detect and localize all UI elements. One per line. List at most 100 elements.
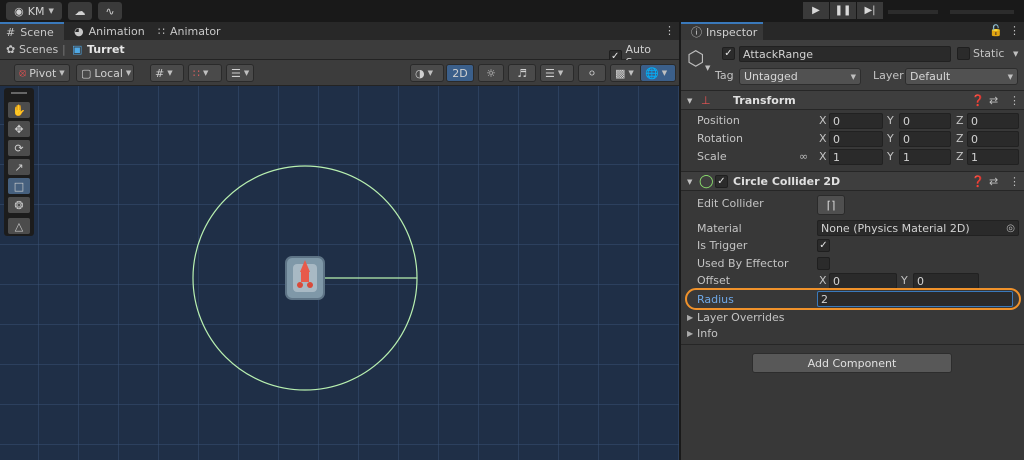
camera-button[interactable]: ▩ ▼ <box>610 64 644 82</box>
kebab-menu-icon[interactable]: ⋮ <box>1009 24 1020 37</box>
presets-icon[interactable]: ⇄ <box>989 94 998 107</box>
chevron-down-icon: ▼ <box>557 69 564 77</box>
version-control-icon: ∿ <box>105 4 115 18</box>
rect-tool-button[interactable]: □ <box>8 178 30 194</box>
radius-field[interactable]: 2 <box>817 291 1013 307</box>
axis-y-label: Y <box>887 132 894 145</box>
cloud-button[interactable]: ☁ <box>68 2 92 20</box>
turret-sprite[interactable] <box>285 256 325 300</box>
tab-inspector[interactable]: ⓘ Inspector <box>681 22 763 40</box>
scale-icon: ↗ <box>14 160 24 174</box>
audio-button[interactable]: ♬ <box>508 64 536 82</box>
breadcrumb: ✿ Scenes | ▣ Turret ✓ Auto Save <box>0 40 679 69</box>
scale-x-field[interactable]: 1 <box>829 149 883 165</box>
is-trigger-checkbox[interactable]: ✓ <box>817 239 830 252</box>
transform-tool-button[interactable]: ❂ <box>8 197 30 213</box>
position-y-field[interactable]: 0 <box>899 113 951 129</box>
object-name-field[interactable]: AttackRange <box>739 46 951 62</box>
step-button[interactable]: ▶| <box>857 2 883 19</box>
scale-tool-button[interactable]: ↗ <box>8 159 30 175</box>
scene-tab-bar: # Scene ◕ Animation ∷ Animator ⋮ <box>0 22 679 40</box>
add-component-button[interactable]: Add Component <box>752 353 952 373</box>
space-dropdown[interactable]: ▢ Local ▼ <box>76 64 134 82</box>
chevron-down-icon[interactable]: ▼ <box>705 64 710 72</box>
scale-y-field[interactable]: 1 <box>899 149 951 165</box>
edit-shape-icon: △ <box>14 219 24 233</box>
scene-viewport[interactable] <box>0 86 679 460</box>
static-checkbox[interactable] <box>957 47 970 60</box>
pivot-dropdown[interactable]: ⦻ Pivot ▼ <box>14 64 70 82</box>
position-y-value: 0 <box>903 114 910 128</box>
foldout-arrow-icon[interactable]: ▼ <box>687 178 692 186</box>
top-toolbar: ◉ KM ▼ ☁ ∿ ▶ ❚❚ ▶| <box>0 0 1024 22</box>
chevron-down-icon[interactable]: ▼ <box>1013 50 1018 58</box>
add-component-label: Add Component <box>807 356 897 370</box>
version-control-button[interactable]: ∿ <box>98 2 122 20</box>
2d-mode-button[interactable]: 2D <box>446 64 474 82</box>
shading-mode-button[interactable]: ◑ ▼ <box>410 64 444 82</box>
radius-value: 2 <box>821 292 828 306</box>
rotation-z-field[interactable]: 0 <box>967 131 1019 147</box>
foldout-arrow-icon[interactable]: ▶ <box>687 313 693 322</box>
position-x-field[interactable]: 0 <box>829 113 883 129</box>
effects-button[interactable]: ☰ ▼ <box>540 64 574 82</box>
foldout-arrow-icon[interactable]: ▼ <box>687 97 692 105</box>
info-foldout[interactable]: Info <box>697 327 718 340</box>
rotation-x-field[interactable]: 0 <box>829 131 883 147</box>
scale-z-field[interactable]: 1 <box>967 149 1019 165</box>
kebab-menu-icon[interactable]: ⋮ <box>1009 175 1020 188</box>
scenes-icon: ✿ <box>6 43 16 56</box>
layer-overrides-foldout[interactable]: Layer Overrides <box>697 311 785 324</box>
palette-grip[interactable] <box>11 92 27 94</box>
transform-header[interactable]: ▼ ⊥ Transform ❓ ⇄ ⋮ <box>681 90 1024 110</box>
scene-grid-canvas <box>0 86 679 460</box>
rotation-y-field[interactable]: 0 <box>899 131 951 147</box>
rotation-z-value: 0 <box>971 132 978 146</box>
offset-y-field[interactable]: 0 <box>913 273 979 289</box>
scale-z-value: 1 <box>971 150 978 164</box>
help-icon[interactable]: ❓ <box>971 94 985 107</box>
collider-enabled-checkbox[interactable]: ✓ <box>715 175 728 188</box>
gizmos-button[interactable]: 🌐 ▼ <box>640 64 676 82</box>
grid-snap-button[interactable]: # ▼ <box>150 64 184 82</box>
edit-collider-button[interactable]: ⌈⌉ <box>817 195 845 215</box>
active-checkbox[interactable]: ✓ <box>722 47 735 60</box>
ruler-button[interactable]: ☰ ▼ <box>226 64 254 82</box>
layer-value: Default <box>910 70 951 83</box>
circle-collider-icon: ◯ <box>699 174 714 189</box>
account-dropdown[interactable]: ◉ KM ▼ <box>6 2 62 20</box>
breadcrumb-separator: | <box>62 43 66 56</box>
help-icon[interactable]: ❓ <box>971 175 985 188</box>
used-by-effector-checkbox[interactable] <box>817 257 830 270</box>
hand-tool-button[interactable]: ✋ <box>8 102 30 118</box>
axis-x-label: X <box>819 114 827 127</box>
increment-snap-button[interactable]: ∷ ▼ <box>188 64 222 82</box>
tab-scene[interactable]: # Scene <box>0 22 64 40</box>
pause-button[interactable]: ❚❚ <box>830 2 856 19</box>
tab-animation[interactable]: ◕ Animation <box>68 22 151 40</box>
object-picker-icon[interactable]: ◎ <box>1006 223 1015 234</box>
breadcrumb-scenes[interactable]: Scenes <box>19 43 58 56</box>
presets-icon[interactable]: ⇄ <box>989 175 998 188</box>
material-field[interactable]: None (Physics Material 2D) ◎ <box>817 220 1019 236</box>
offset-x-field[interactable]: 0 <box>829 273 897 289</box>
prefab-cube-icon: ▣ <box>72 43 83 56</box>
circle-collider-header[interactable]: ▼ ◯ ✓ Circle Collider 2D ❓ ⇄ ⋮ <box>681 171 1024 191</box>
link-constrain-icon[interactable]: ∞ <box>799 150 808 163</box>
breadcrumb-turret[interactable]: Turret <box>87 43 125 56</box>
visibility-button[interactable]: ⚪ <box>578 64 606 82</box>
move-tool-button[interactable]: ✥ <box>8 121 30 137</box>
layer-label: Layer <box>873 69 904 82</box>
lock-icon[interactable]: 🔓 <box>989 24 1003 37</box>
lighting-button[interactable]: ☼ <box>478 64 504 82</box>
layer-dropdown[interactable]: Default ▼ <box>905 68 1018 85</box>
tag-dropdown[interactable]: Untagged ▼ <box>739 68 861 85</box>
kebab-menu-icon[interactable]: ⋮ <box>664 24 675 37</box>
rotate-tool-button[interactable]: ⟳ <box>8 140 30 156</box>
foldout-arrow-icon[interactable]: ▶ <box>687 329 693 338</box>
kebab-menu-icon[interactable]: ⋮ <box>1009 94 1020 107</box>
position-z-field[interactable]: 0 <box>967 113 1019 129</box>
play-button[interactable]: ▶ <box>803 2 829 19</box>
custom-tool-button[interactable]: △ <box>8 218 30 234</box>
tab-animator[interactable]: ∷ Animator <box>152 22 227 40</box>
